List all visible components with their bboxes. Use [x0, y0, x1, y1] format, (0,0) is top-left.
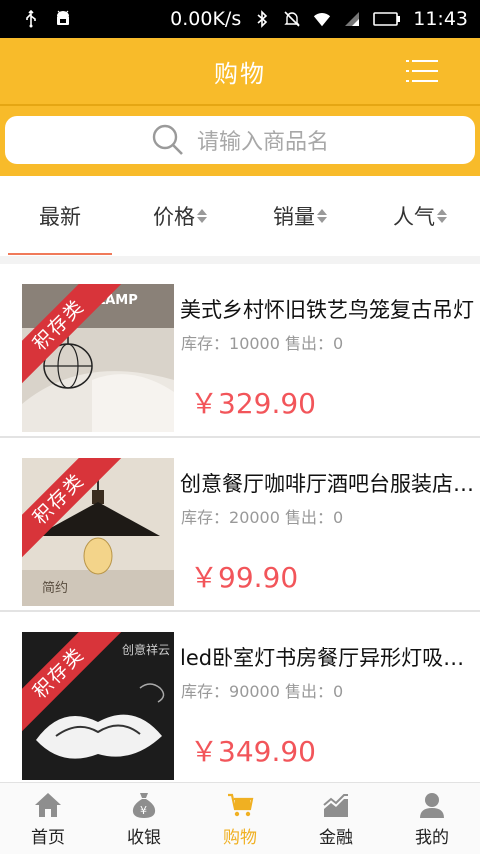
product-stock: 库存：20000 售出：0 — [181, 508, 344, 527]
signal-icon — [345, 12, 360, 26]
product-name[interactable]: 创意餐厅咖啡厅酒吧台服装店吊灯 — [180, 468, 476, 498]
tab-label: 最新 — [39, 205, 81, 229]
sort-arrows-icon — [197, 209, 207, 223]
user-icon — [420, 793, 444, 818]
wifi-icon — [314, 13, 331, 27]
network-speed: 0.00K/s — [170, 8, 242, 30]
menu-icon[interactable] — [406, 56, 440, 86]
clock: 11:43 — [413, 8, 468, 30]
search-icon — [152, 124, 183, 155]
tab-label: 人气 — [393, 205, 435, 229]
app-header: 购物 — [0, 38, 480, 106]
product-image[interactable]: 创意祥云 积存类 — [22, 632, 174, 780]
nav-label: 金融 — [319, 828, 353, 848]
product-name[interactable]: 美式乡村怀旧铁艺鸟笼复古吊灯 — [180, 294, 476, 324]
product-name[interactable]: led卧室灯书房餐厅异形灯吸顶灯 — [180, 642, 476, 672]
divider — [0, 256, 480, 264]
tab-label: 销量 — [273, 205, 315, 229]
product-item[interactable]: 简约 积存类 创意餐厅咖啡厅酒吧台服装店吊灯 库存：20000 售出：0 ￥99… — [0, 438, 480, 612]
svg-text:¥: ¥ — [140, 804, 147, 817]
product-price: ￥99.90 — [190, 561, 299, 594]
nav-label: 购物 — [223, 828, 257, 848]
product-item[interactable]: R·LAMP 积存类 美式乡村怀旧铁艺鸟笼复古吊灯 库存：10000 售出：0 … — [0, 264, 480, 438]
tab-popularity[interactable]: 人气 — [360, 176, 480, 256]
bluetooth-icon — [257, 10, 268, 28]
nav-profile[interactable]: 我的 — [384, 783, 480, 854]
product-stock: 库存：90000 售出：0 — [181, 682, 344, 701]
status-bar: 0.00K/s 11:43 — [0, 0, 480, 38]
android-debug-icon — [57, 10, 69, 25]
bottom-nav: 首页 ¥ 收银 购物 金融 我的 — [0, 782, 480, 854]
page-title: 购物 — [214, 59, 266, 88]
nav-cashier[interactable]: ¥ 收银 — [96, 783, 192, 854]
nav-finance[interactable]: 金融 — [288, 783, 384, 854]
product-price: ￥329.90 — [190, 387, 316, 420]
product-image[interactable]: 简约 积存类 — [22, 458, 174, 606]
tab-price[interactable]: 价格 — [120, 176, 240, 256]
tab-latest[interactable]: 最新 — [0, 176, 120, 256]
product-item[interactable]: 创意祥云 积存类 led卧室灯书房餐厅异形灯吸顶灯 库存：90000 售出：0 … — [0, 612, 480, 782]
home-icon — [35, 793, 61, 817]
product-image[interactable]: R·LAMP 积存类 — [22, 284, 174, 432]
search-bar: 请输入商品名 — [0, 106, 480, 176]
sort-arrows-icon — [437, 209, 447, 223]
nav-label: 我的 — [415, 828, 449, 848]
nav-label: 首页 — [31, 828, 65, 848]
search-placeholder: 请输入商品名 — [196, 130, 329, 155]
product-stock: 库存：10000 售出：0 — [181, 334, 344, 353]
nav-shopping[interactable]: 购物 — [192, 783, 288, 854]
tab-label: 价格 — [153, 205, 195, 229]
tab-sales[interactable]: 销量 — [240, 176, 360, 256]
sort-bar: 最新 价格 销量 人气 — [0, 176, 480, 256]
chart-icon — [323, 794, 348, 817]
active-tab-indicator — [8, 253, 112, 255]
cart-icon — [228, 793, 254, 817]
sort-arrows-icon — [317, 209, 327, 223]
thumb-caption: 简约 — [42, 580, 68, 596]
money-bag-icon: ¥ — [132, 793, 156, 818]
nav-label: 收银 — [127, 828, 161, 848]
nav-home[interactable]: 首页 — [0, 783, 96, 854]
mute-icon — [284, 11, 300, 27]
thumb-caption: 创意祥云 — [122, 642, 170, 657]
search-input[interactable]: 请输入商品名 — [5, 116, 475, 164]
product-price: ￥349.90 — [190, 735, 316, 768]
battery-icon — [373, 12, 401, 26]
usb-icon — [26, 10, 36, 28]
